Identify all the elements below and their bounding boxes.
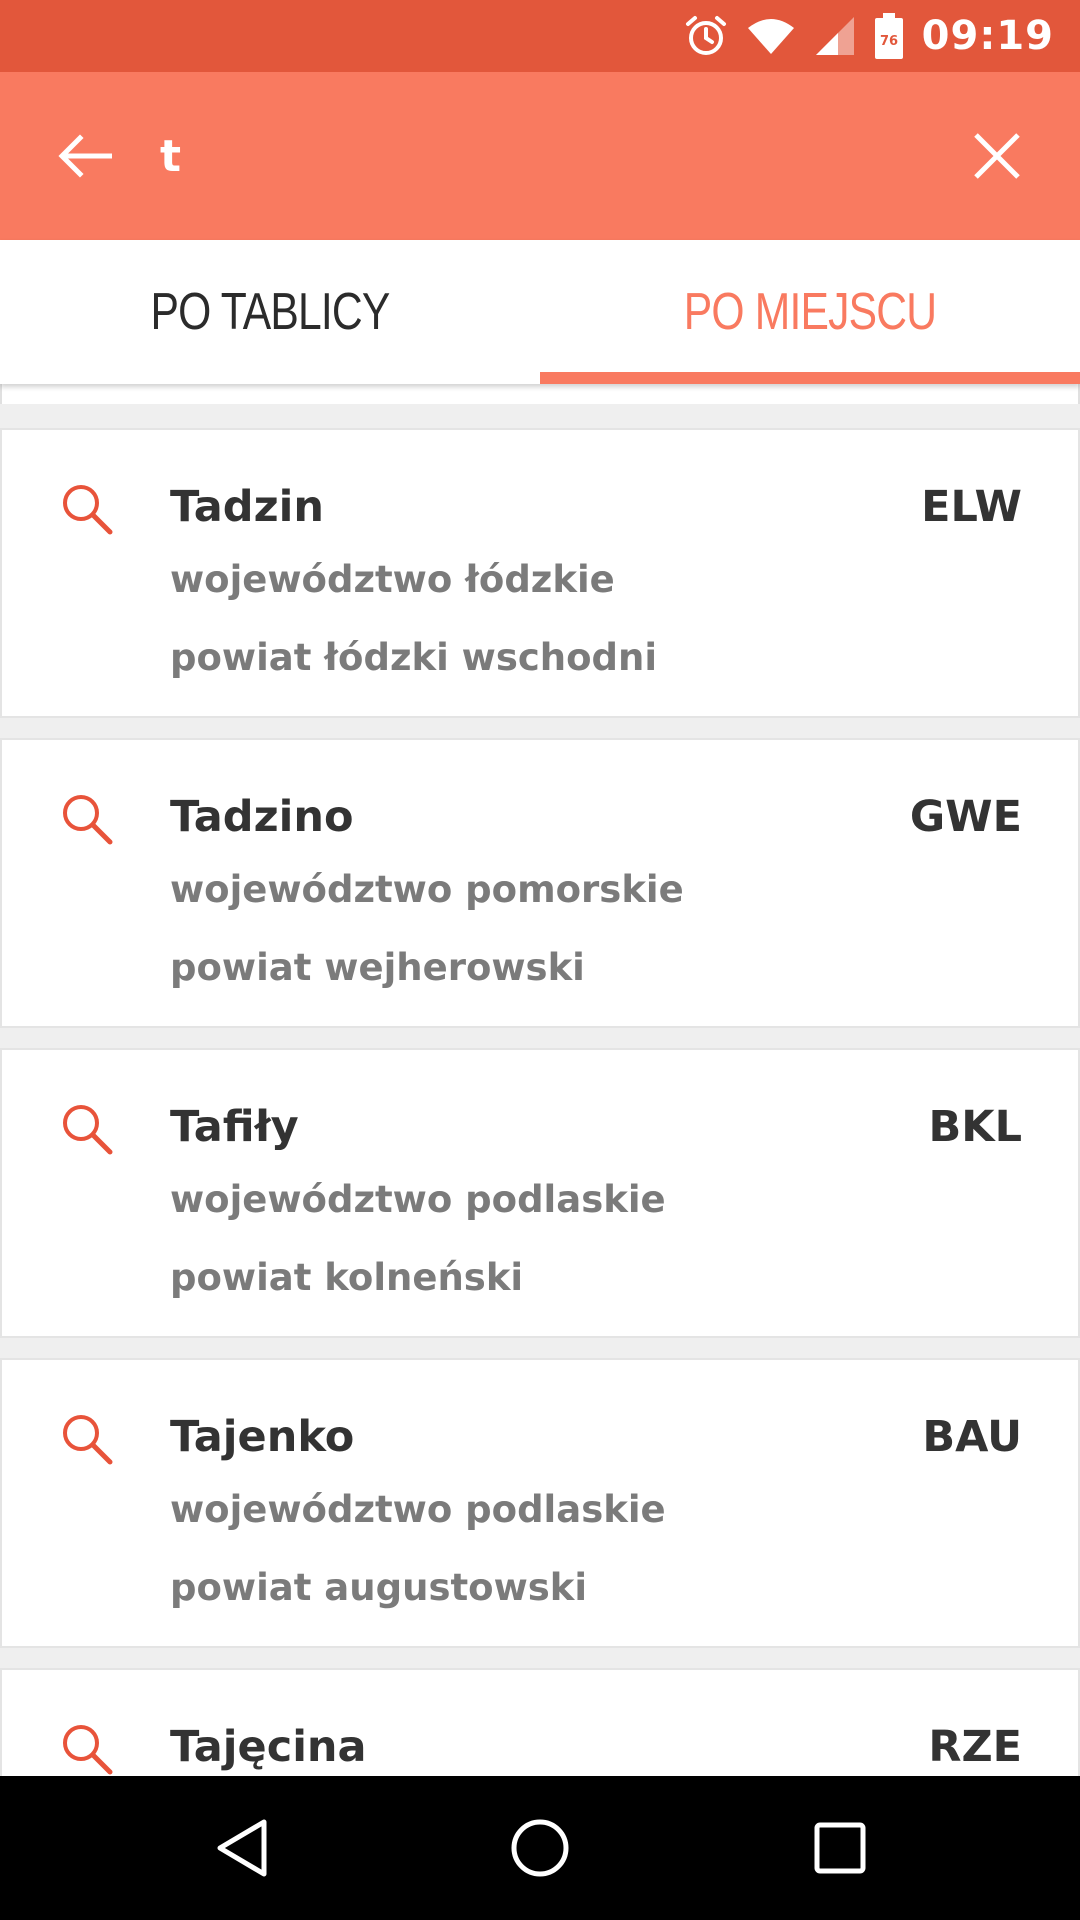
list-item[interactable]: Tajenko BAU województwo podlaskie powiat… bbox=[0, 1358, 1080, 1648]
tab-label: PO MIEJSCU bbox=[683, 283, 937, 341]
alarm-icon bbox=[685, 16, 726, 55]
recents-square-icon bbox=[814, 1822, 866, 1874]
status-time: 09:19 bbox=[921, 13, 1054, 59]
voivodeship-text: województwo łódzkie bbox=[170, 558, 615, 601]
place-name: Tajenko bbox=[170, 1412, 355, 1462]
list-item[interactable]: Tadzino GWE województwo pomorskie powiat… bbox=[0, 738, 1080, 1028]
search-input[interactable] bbox=[160, 116, 940, 196]
plate-code: ELW bbox=[921, 482, 1022, 532]
clear-search-button[interactable] bbox=[962, 121, 1032, 191]
county-text: powiat kolneński bbox=[170, 1256, 524, 1299]
plate-code: RZE bbox=[928, 1722, 1022, 1772]
county-text: powiat augustowski bbox=[170, 1566, 588, 1609]
tab-po-miejscu[interactable]: PO MIEJSCU bbox=[540, 240, 1080, 384]
place-name: Tafiły bbox=[170, 1102, 299, 1152]
voivodeship-text: województwo pomorskie bbox=[170, 868, 684, 911]
search-icon bbox=[63, 1415, 113, 1465]
results-list[interactable]: Tadzin ELW województwo łódzkie powiat łó… bbox=[0, 384, 1080, 1776]
plate-code: BAU bbox=[922, 1412, 1022, 1462]
active-tab-indicator bbox=[540, 372, 1080, 384]
list-item[interactable] bbox=[0, 384, 1080, 404]
list-item[interactable]: Tajęcina RZE bbox=[0, 1668, 1080, 1776]
county-text: powiat łódzki wschodni bbox=[170, 636, 658, 679]
search-icon bbox=[63, 485, 113, 535]
place-name: Tajęcina bbox=[170, 1722, 367, 1772]
arrow-left-icon bbox=[58, 134, 112, 178]
nav-back-button[interactable] bbox=[206, 1812, 278, 1884]
tab-po-tablicy[interactable]: PO TABLICY bbox=[0, 240, 540, 384]
close-icon bbox=[974, 133, 1020, 179]
tab-bar: PO TABLICY PO MIEJSCU bbox=[0, 240, 1080, 384]
tab-label: PO TABLICY bbox=[150, 283, 390, 341]
place-name: Tadzin bbox=[170, 482, 324, 532]
plate-code: GWE bbox=[909, 792, 1022, 842]
list-item[interactable]: Tafiły BKL województwo podlaskie powiat … bbox=[0, 1048, 1080, 1338]
search-toolbar bbox=[0, 72, 1080, 240]
cell-signal-icon bbox=[815, 17, 854, 55]
back-triangle-icon bbox=[217, 1819, 267, 1877]
search-icon bbox=[63, 1725, 113, 1775]
search-icon bbox=[63, 795, 113, 845]
back-button[interactable] bbox=[50, 121, 120, 191]
search-icon bbox=[63, 1105, 113, 1155]
voivodeship-text: województwo podlaskie bbox=[170, 1488, 666, 1531]
county-text: powiat wejherowski bbox=[170, 946, 585, 989]
nav-recents-button[interactable] bbox=[804, 1812, 876, 1884]
system-nav-bar bbox=[0, 1776, 1080, 1920]
place-name: Tadzino bbox=[170, 792, 354, 842]
home-circle-icon bbox=[511, 1819, 569, 1877]
nav-home-button[interactable] bbox=[504, 1812, 576, 1884]
status-bar: 76 09:19 bbox=[0, 0, 1080, 72]
battery-icon: 76 bbox=[874, 13, 903, 59]
list-item[interactable]: Tadzin ELW województwo łódzkie powiat łó… bbox=[0, 428, 1080, 718]
battery-level-text: 76 bbox=[880, 34, 898, 49]
plate-code: BKL bbox=[928, 1102, 1023, 1152]
wifi-icon bbox=[747, 19, 794, 54]
voivodeship-text: województwo podlaskie bbox=[170, 1178, 666, 1221]
